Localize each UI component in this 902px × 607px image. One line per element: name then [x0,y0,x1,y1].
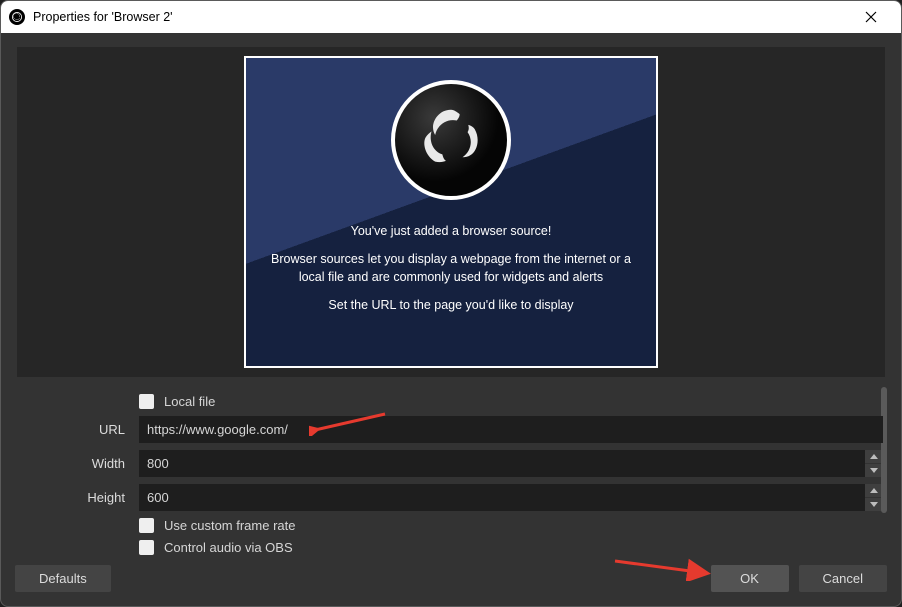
dialog-footer: Defaults OK Cancel [1,559,901,606]
obs-app-icon [9,9,25,25]
url-input[interactable] [139,416,883,443]
form-area: Local file URL Width [11,381,891,562]
url-label: URL [19,422,139,437]
local-file-checkbox[interactable] [139,394,154,409]
defaults-button[interactable]: Defaults [15,565,111,592]
annotation-arrow-ok [611,557,711,581]
custom-frame-rate-label: Use custom frame rate [164,518,296,533]
obs-logo-icon [391,80,511,200]
scrollbar-thumb[interactable] [881,387,887,513]
preview-heading: You've just added a browser source! [351,222,552,240]
window-title: Properties for 'Browser 2' [33,10,849,24]
width-input[interactable] [139,450,865,477]
local-file-label: Local file [164,394,215,409]
cancel-button[interactable]: Cancel [799,565,887,592]
width-label: Width [19,456,139,471]
properties-dialog: Properties for 'Browser 2' You've just a… [0,0,902,607]
preview-description: Browser sources let you display a webpag… [262,250,640,286]
custom-frame-rate-checkbox[interactable] [139,518,154,533]
browser-source-preview: You've just added a browser source! Brow… [244,56,658,368]
height-input[interactable] [139,484,865,511]
preview-hint: Set the URL to the page you'd like to di… [328,296,573,314]
titlebar: Properties for 'Browser 2' [1,1,901,33]
ok-button[interactable]: OK [711,565,789,592]
height-label: Height [19,490,139,505]
close-button[interactable] [849,1,893,33]
source-preview-area: You've just added a browser source! Brow… [17,47,885,377]
control-audio-checkbox[interactable] [139,540,154,555]
control-audio-label: Control audio via OBS [164,540,293,555]
